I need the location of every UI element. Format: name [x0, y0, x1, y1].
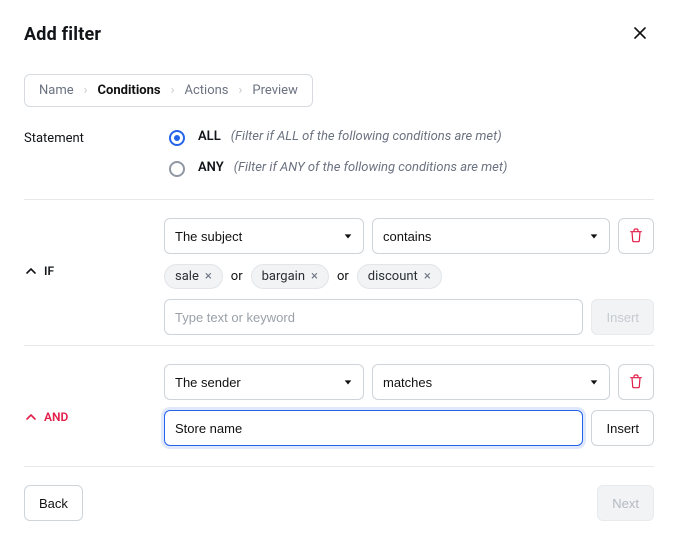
trash-icon: [628, 373, 644, 392]
close-button[interactable]: [626, 20, 654, 48]
connector-label: IF: [44, 264, 54, 278]
condition-if: IF The subject contains: [24, 199, 654, 335]
connector-col: IF: [24, 218, 164, 335]
condition-and: AND The sender matches: [24, 345, 654, 446]
operator-value: contains: [383, 229, 431, 244]
trash-icon: [628, 227, 644, 246]
statement-option-any[interactable]: ANY (Filter if ANY of the following cond…: [164, 158, 654, 177]
field-value: The sender: [175, 375, 241, 390]
delete-condition-button[interactable]: [618, 364, 654, 400]
collapse-and[interactable]: AND: [24, 368, 68, 424]
dialog-header: Add filter: [24, 20, 654, 48]
radio-all[interactable]: [169, 130, 185, 146]
caret-down-icon: [343, 229, 353, 244]
operator-value: matches: [383, 375, 432, 390]
statement-option-all[interactable]: ALL (Filter if ALL of the following cond…: [164, 127, 654, 146]
dialog-footer: Back Next: [24, 466, 654, 521]
caret-down-icon: [589, 229, 599, 244]
selector-line: The subject contains: [164, 218, 654, 254]
insert-button[interactable]: Insert: [591, 299, 654, 335]
tag-or: or: [337, 269, 349, 284]
statement-options: ALL (Filter if ALL of the following cond…: [164, 127, 654, 189]
step-preview[interactable]: Preview: [252, 83, 297, 98]
operator-select[interactable]: contains: [372, 218, 610, 254]
step-name[interactable]: Name: [39, 83, 74, 98]
caret-down-icon: [343, 375, 353, 390]
field-value: The subject: [175, 229, 242, 244]
dialog-title: Add filter: [24, 24, 101, 45]
remove-tag-icon[interactable]: ×: [205, 269, 212, 284]
operator-select[interactable]: matches: [372, 364, 610, 400]
tag-or: or: [231, 269, 243, 284]
caret-down-icon: [589, 375, 599, 390]
add-filter-dialog: Add filter Name › Conditions › Actions ›…: [0, 0, 678, 545]
condition-controls: The subject contains: [164, 218, 654, 335]
input-line: Insert: [164, 410, 654, 446]
radio-any-code: ANY: [198, 160, 224, 175]
chevron-right-icon: ›: [171, 83, 175, 98]
field-select[interactable]: The sender: [164, 364, 364, 400]
tag-chip[interactable]: discount ×: [357, 264, 442, 289]
chevron-up-icon: [24, 410, 38, 424]
radio-all-code: ALL: [198, 129, 221, 144]
tag-line: sale × or bargain × or discount ×: [164, 264, 654, 289]
statement-label: Statement: [24, 127, 164, 189]
tag-label: sale: [175, 269, 199, 284]
chevron-up-icon: [24, 264, 38, 278]
radio-all-desc: (Filter if ALL of the following conditio…: [231, 129, 502, 144]
tag-label: bargain: [262, 269, 305, 284]
chevron-right-icon: ›: [84, 83, 88, 98]
selector-line: The sender matches: [164, 364, 654, 400]
connector-label: AND: [44, 410, 68, 424]
field-select[interactable]: The subject: [164, 218, 364, 254]
step-actions[interactable]: Actions: [185, 83, 229, 98]
tag-chip[interactable]: sale ×: [164, 264, 223, 289]
condition-controls: The sender matches: [164, 364, 654, 446]
chevron-right-icon: ›: [239, 83, 243, 98]
insert-button[interactable]: Insert: [591, 410, 654, 446]
next-button[interactable]: Next: [597, 485, 654, 521]
remove-tag-icon[interactable]: ×: [424, 269, 431, 284]
radio-any-desc: (Filter if ANY of the following conditio…: [234, 160, 508, 175]
tag-chip[interactable]: bargain ×: [251, 264, 329, 289]
keyword-input[interactable]: [164, 299, 583, 335]
statement-section: Statement ALL (Filter if ALL of the foll…: [24, 127, 654, 189]
keyword-input[interactable]: [164, 410, 583, 446]
step-conditions[interactable]: Conditions: [98, 83, 161, 98]
delete-condition-button[interactable]: [618, 218, 654, 254]
stepper: Name › Conditions › Actions › Preview: [24, 74, 313, 107]
input-line: Insert: [164, 299, 654, 335]
collapse-if[interactable]: IF: [24, 222, 54, 278]
radio-any[interactable]: [169, 161, 185, 177]
remove-tag-icon[interactable]: ×: [311, 269, 318, 284]
back-button[interactable]: Back: [24, 485, 83, 521]
close-icon: [633, 26, 647, 43]
connector-col: AND: [24, 364, 164, 446]
tag-label: discount: [368, 269, 418, 284]
